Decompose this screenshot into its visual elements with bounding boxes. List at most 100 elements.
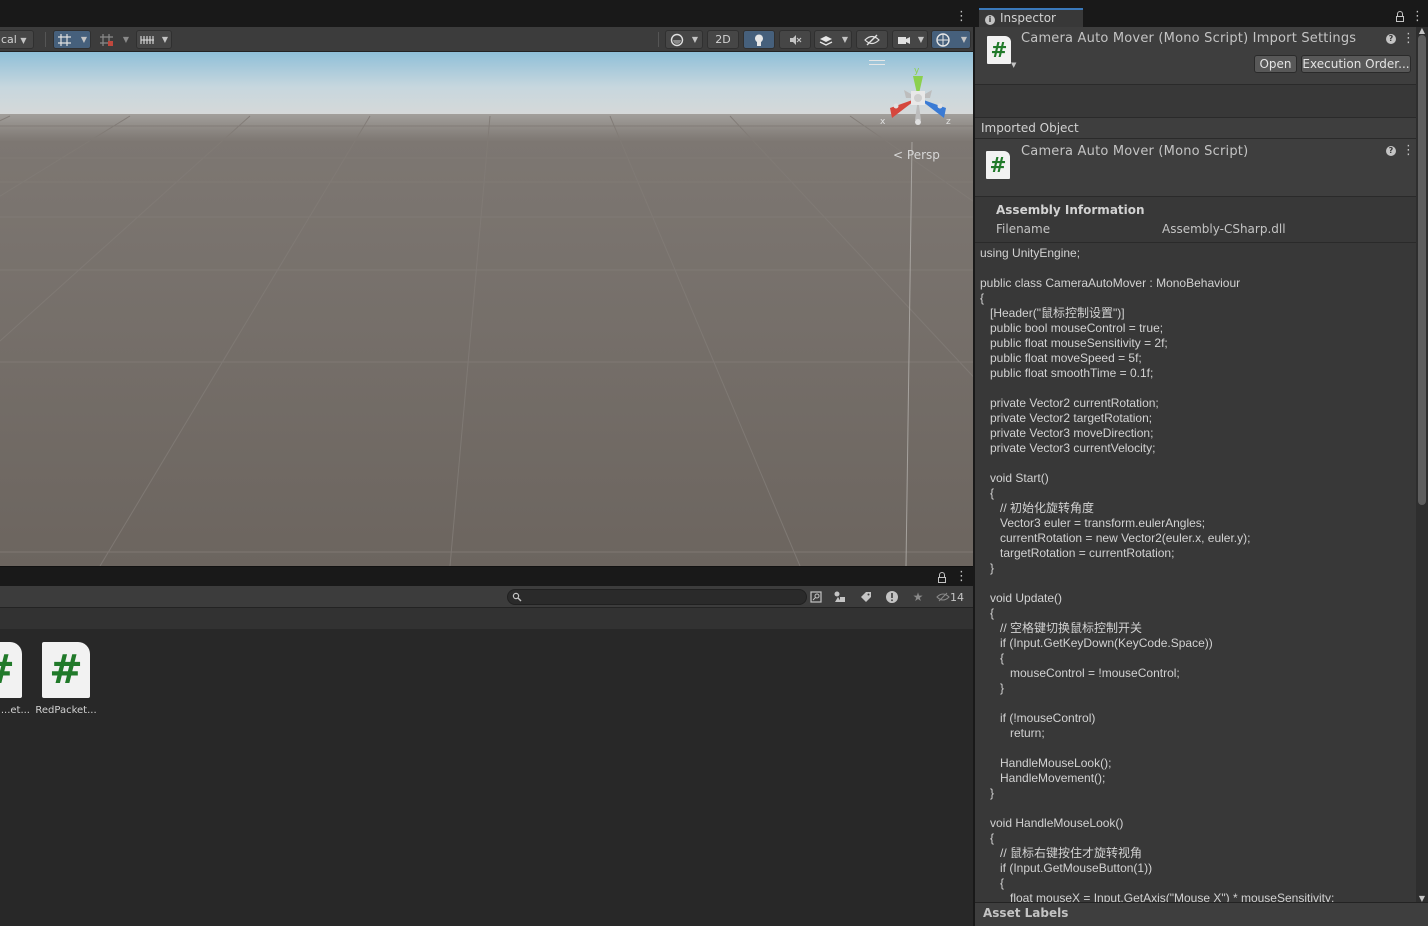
chevron-down-icon: ▼ — [80, 35, 87, 44]
project-search-box[interactable] — [507, 589, 807, 605]
gizmo-z-label: z — [946, 117, 951, 127]
orientation-gizmo[interactable]: y x z — [878, 62, 958, 132]
camera-icon — [898, 37, 910, 44]
mono-script-title: Camera Auto Mover (Mono Script) — [1021, 144, 1249, 159]
gizmos-dropdown[interactable]: ▼ — [931, 30, 971, 49]
component-more-menu-icon[interactable]: ⋮ — [1402, 144, 1415, 158]
ruler-increment-button[interactable]: ▼ — [136, 30, 172, 49]
project-more-menu-icon[interactable]: ⋮ — [955, 570, 968, 584]
gizmo-globe-icon — [936, 33, 950, 47]
lock-icon[interactable] — [1395, 11, 1405, 23]
eye-slash-icon — [936, 592, 950, 602]
scene-viewport[interactable]: y x z < Persp — [0, 52, 973, 566]
asset-labels-title: Asset Labels — [983, 906, 1069, 920]
help-icon[interactable]: ? — [1386, 146, 1396, 156]
imported-object-label: Imported Object — [981, 121, 1079, 135]
component-more-menu-icon[interactable]: ⋮ — [1402, 32, 1415, 46]
chevron-down-icon: ▼ — [20, 36, 27, 45]
effects-dropdown[interactable]: ▼ — [814, 30, 852, 49]
layers-effects-icon — [819, 36, 833, 46]
csharp-script-icon: # — [0, 642, 22, 698]
hidden-packages-toggle[interactable]: 14 — [936, 588, 970, 606]
grid-toggle-button[interactable]: ▼ — [53, 30, 91, 49]
camera-settings-dropdown[interactable]: ▼ — [892, 30, 928, 49]
shaded-sphere-icon — [670, 33, 684, 47]
imported-object-header: Imported Object — [975, 117, 1416, 139]
gizmo-y-label: y — [914, 66, 920, 76]
help-icon[interactable]: ? — [1386, 34, 1396, 44]
draw-mode-dropdown[interactable]: ▼ — [665, 30, 703, 49]
breadcrumb-bar — [0, 608, 973, 629]
top-strip — [0, 0, 1428, 8]
scene-more-menu-icon[interactable]: ⋮ — [955, 10, 968, 24]
assembly-info-heading: Assembly Information — [996, 203, 1145, 217]
asset-name: ...et... — [0, 705, 30, 716]
grid-icon — [58, 34, 71, 46]
scroll-up-arrow-icon[interactable]: ▲ — [1417, 27, 1427, 35]
ruler-icon — [140, 36, 154, 44]
project-panel: ⋮ ★ 14 ...et... # RedPacket... — [0, 566, 973, 926]
log-types-icon[interactable] — [882, 588, 902, 606]
project-toolbar: ★ 14 — [0, 586, 973, 608]
script-source-preview: using UnityEngine; public class CameraAu… — [975, 242, 1416, 902]
chevron-down-icon: ▼ — [122, 35, 129, 44]
light-bulb-icon — [755, 34, 763, 46]
info-icon: i — [985, 15, 995, 25]
csharp-script-icon: # — [986, 151, 1010, 179]
filename-value: Assembly-CSharp.dll — [1162, 222, 1286, 236]
search-mode-icon[interactable] — [806, 588, 826, 606]
toolbar-divider — [45, 32, 46, 47]
filename-label: Filename — [996, 222, 1051, 236]
chevron-down-icon: ▼ — [161, 35, 168, 44]
scene-visibility-toggle[interactable] — [856, 30, 888, 49]
chevron-down-icon: ▼ — [691, 35, 698, 44]
asset-labels-bar[interactable]: Asset Labels — [975, 902, 1428, 926]
inspector-panel: i Inspector ⋮ # ▼ Camera Auto Mover (Mono… — [973, 8, 1428, 926]
inspector-tab-label: Inspector — [1000, 11, 1056, 25]
inspector-scrollbar[interactable]: ▲ ▼ — [1416, 27, 1428, 905]
audio-toggle-button[interactable] — [779, 30, 811, 49]
mono-script-header: # Camera Auto Mover (Mono Script) ? ⋮ — [975, 139, 1416, 197]
2d-toggle-button[interactable]: 2D — [707, 30, 739, 49]
projection-mode-text: Persp — [906, 148, 940, 162]
scene-ground-grid — [0, 52, 973, 566]
import-settings-title: Camera Auto Mover (Mono Script) Import S… — [1021, 31, 1357, 46]
toolbar-divider — [658, 32, 659, 47]
eye-slash-icon — [864, 34, 880, 46]
assembly-information: Assembly Information Filename Assembly-C… — [975, 198, 1416, 242]
2d-toggle-label: 2D — [715, 33, 731, 46]
chevron-down-icon: ▼ — [917, 35, 924, 44]
execution-order-button[interactable]: Execution Order... — [1301, 55, 1411, 73]
chevron-down-icon: ▼ — [960, 35, 967, 44]
hidden-packages-count: 14 — [950, 591, 964, 604]
scrollbar-thumb[interactable] — [1418, 35, 1426, 505]
search-by-type-icon[interactable] — [830, 588, 850, 606]
csharp-script-icon: # — [987, 36, 1011, 64]
pivot-rotation-label: cal — [1, 33, 17, 46]
project-search-input[interactable] — [524, 590, 802, 604]
scene-tab-bar: ⋮ — [0, 8, 973, 27]
gizmo-x-label: x — [880, 117, 886, 127]
asset-item[interactable]: # ...et... — [0, 642, 30, 716]
lock-icon[interactable] — [937, 572, 947, 584]
chevron-down-icon: ▼ — [841, 35, 848, 44]
lighting-toggle-button[interactable] — [743, 30, 775, 49]
asset-name: RedPacket... — [35, 705, 97, 716]
tab-inspector[interactable]: i Inspector — [979, 8, 1083, 27]
chevron-down-icon[interactable]: ▼ — [1011, 61, 1016, 69]
scene-toolbar: cal ▼ ▼ ▼ ▼ ▼ 2D ▼ ▼ ▼ — [0, 27, 973, 52]
open-button[interactable]: Open — [1254, 55, 1297, 73]
chevron-left-icon: < — [893, 148, 904, 162]
asset-item[interactable]: # RedPacket... — [34, 642, 98, 716]
inspector-tab-bar: i Inspector ⋮ — [975, 8, 1428, 27]
search-icon — [512, 592, 522, 602]
snap-grid-icon — [100, 34, 113, 46]
pivot-rotation-dropdown[interactable]: cal ▼ — [0, 30, 34, 49]
projection-mode-label[interactable]: < Persp — [893, 148, 940, 162]
snap-increment-button[interactable]: ▼ — [95, 30, 133, 49]
inspector-more-menu-icon[interactable]: ⋮ — [1411, 10, 1424, 24]
csharp-script-icon: # — [42, 642, 90, 698]
search-by-label-icon[interactable] — [856, 588, 876, 606]
import-settings-header: # ▼ Camera Auto Mover (Mono Script) Impo… — [975, 27, 1416, 85]
favorites-star-icon[interactable]: ★ — [908, 588, 928, 606]
